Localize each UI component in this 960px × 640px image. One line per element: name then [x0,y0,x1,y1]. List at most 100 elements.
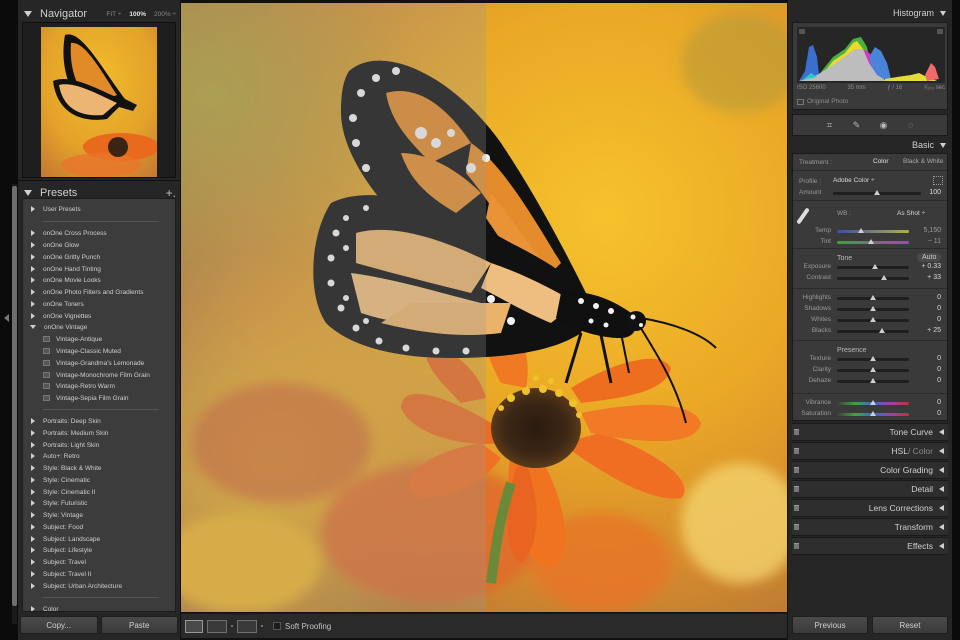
zoom-fit-option[interactable]: FIT ÷ [106,11,121,18]
preset-group[interactable]: Portraits: Deep Skin [23,415,101,427]
preset-group[interactable]: onOne Gritty Punch [23,251,100,263]
collapse-triangle-icon[interactable] [940,142,946,148]
preset-group-user-presets[interactable]: User Presets [23,203,81,215]
preset-group-expanded[interactable]: onOne Vintage [23,321,87,333]
preset-group[interactable]: onOne Glow [23,239,79,251]
module-toggle-switch-icon[interactable] [794,467,799,473]
zoom-100-option[interactable]: 100% [129,11,146,18]
highlights-slider-knob[interactable] [870,295,876,300]
profile-dropdown[interactable]: Adobe Color ÷ [833,177,875,184]
photo-canvas[interactable] [181,3,787,612]
preset-group[interactable]: onOne Photo Filters and Gradients [23,286,143,298]
slider-value[interactable]: 0 [911,294,941,301]
basic-header[interactable]: Basic [788,136,952,154]
temp-slider[interactable] [837,230,909,233]
preset-group[interactable]: Auto+: Retro [23,450,80,462]
expand-triangle-icon[interactable] [939,543,944,549]
healing-icon[interactable]: ✎ [852,120,861,130]
expand-triangle-icon[interactable] [939,429,944,435]
preset-item[interactable]: Vintage-Grandma's Lemonade [23,357,144,369]
histogram-graph[interactable] [797,27,945,83]
wb-dropdown[interactable]: As Shot ÷ [897,210,925,217]
module-transform[interactable]: Transform [792,518,948,536]
preset-group[interactable]: Style: Vintage [23,509,83,521]
expand-triangle-icon[interactable] [31,571,35,577]
tint-value[interactable]: − 11 [911,238,941,245]
scrollbar-thumb[interactable] [12,186,17,606]
preset-item[interactable]: Vintage-Retro Warm [23,380,115,392]
expand-triangle-icon[interactable] [939,524,944,530]
module-toggle-switch-icon[interactable] [794,486,799,492]
module-detail[interactable]: Detail [792,480,948,498]
collapse-triangle-icon[interactable] [24,189,32,196]
soft-proofing-checkbox[interactable] [273,622,281,630]
expand-triangle-icon[interactable] [31,500,35,506]
dropdown-dot-icon[interactable] [231,625,233,627]
module-toggle-switch-icon[interactable] [794,429,799,435]
texture-slider-knob[interactable] [870,356,876,361]
preset-group[interactable]: onOne Movie Looks [23,274,101,286]
blacks-slider[interactable] [837,330,909,333]
slider-value[interactable]: 0 [911,366,941,373]
module-effects[interactable]: Effects [792,537,948,555]
paste-button[interactable]: Paste [100,616,178,634]
shadows-slider-knob[interactable] [870,306,876,311]
temp-value[interactable]: 5,150 [911,227,941,234]
crop-icon[interactable]: ⌗ [825,120,834,130]
preset-group[interactable]: Subject: Travel [23,556,86,568]
preset-group[interactable]: onOne Cross Process [23,227,107,239]
module-toggle-switch-icon[interactable] [794,543,799,549]
preset-group[interactable]: Color [23,603,59,611]
before-after-yy-icon[interactable] [237,619,257,633]
preset-group[interactable]: onOne Toners [23,298,84,310]
preset-group[interactable]: Subject: Urban Architecture [23,580,122,592]
red-eye-icon[interactable]: ◉ [879,120,888,130]
expand-triangle-icon[interactable] [939,486,944,492]
preset-group[interactable]: Subject: Travel II [23,568,91,580]
masking-icon[interactable]: ◌ [906,120,915,130]
navigator-preview[interactable] [22,22,176,178]
collapse-triangle-icon[interactable] [30,325,36,329]
original-photo-toggle[interactable]: Original Photo [797,98,848,105]
collapse-triangle-icon[interactable] [24,11,32,17]
expand-triangle-icon[interactable] [31,289,35,295]
expand-triangle-icon[interactable] [31,477,35,483]
expand-triangle-icon[interactable] [31,512,35,518]
slider-value[interactable]: 0 [911,399,941,406]
dropdown-dot-icon[interactable] [261,625,263,627]
collapse-left-arrow-icon[interactable] [4,314,9,322]
expand-triangle-icon[interactable] [31,266,35,272]
preset-group[interactable]: Portraits: Medium Skin [23,427,108,439]
treatment-bw-option[interactable]: Black & White [903,158,943,165]
amount-value[interactable]: 100 [911,189,941,196]
expand-triangle-icon[interactable] [31,465,35,471]
histogram-header[interactable]: Histogram [788,2,952,24]
module-toggle-switch-icon[interactable] [794,448,799,454]
slider-value[interactable]: + 0.33 [911,263,941,270]
slider-value[interactable]: 0 [911,305,941,312]
expand-triangle-icon[interactable] [31,418,35,424]
slider-value[interactable]: 0 [911,377,941,384]
preset-group[interactable]: Subject: Food [23,521,83,533]
copy-button[interactable]: Copy... [20,616,98,634]
module-hsl-color[interactable]: HSL / Color [792,442,948,460]
module-toggle-switch-icon[interactable] [794,505,799,511]
module-label-secondary[interactable]: / Color [908,446,933,456]
expand-triangle-icon[interactable] [939,467,944,473]
preset-group[interactable]: Subject: Lifestyle [23,544,92,556]
expand-triangle-icon[interactable] [939,448,944,454]
temp-slider-knob[interactable] [857,228,864,233]
zoom-200-option[interactable]: 200% ÷ [154,11,176,18]
previous-button[interactable]: Previous [792,616,868,634]
preset-group[interactable]: Style: Cinematic [23,474,90,486]
slider-value[interactable]: + 25 [911,327,941,334]
saturation-slider-knob[interactable] [870,411,876,416]
clarity-slider-knob[interactable] [870,367,876,372]
exposure-slider-knob[interactable] [872,264,879,269]
expand-triangle-icon[interactable] [31,536,35,542]
eyedropper-icon[interactable] [796,207,810,225]
tint-slider-knob[interactable] [867,239,874,244]
navigator-thumbnail[interactable] [41,27,157,177]
before-after-lr-icon[interactable] [207,619,227,633]
preset-group[interactable]: Style: Futuristic [23,497,87,509]
